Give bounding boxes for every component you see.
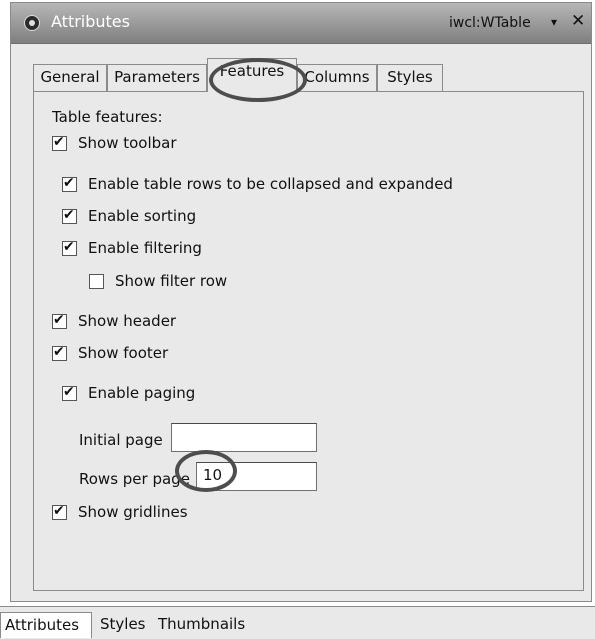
show-gridlines-label: Show gridlines [78,503,188,521]
show-gridlines-checkbox[interactable] [52,503,67,520]
tab-general[interactable]: General [33,64,107,91]
collapse-expand-label: Enable table rows to be collapsed and ex… [88,175,453,193]
bottom-view-tabs: Attributes Styles Thumbnails [0,606,595,639]
enable-sorting-label: Enable sorting [88,207,197,225]
tab-styles[interactable]: Styles [377,64,443,91]
show-toolbar-checkbox[interactable] [52,134,67,151]
show-footer-label: Show footer [78,344,169,362]
attributes-view-icon [24,15,40,31]
rows-per-page-field[interactable]: 10 [196,462,317,491]
bottom-tab-styles[interactable]: Styles [96,612,150,638]
show-header-label: Show header [78,312,177,330]
enable-paging-checkbox[interactable] [62,384,77,401]
tab-parameters[interactable]: Parameters [107,64,207,91]
close-icon[interactable]: ✕ [571,11,585,31]
bottom-tab-thumbnails[interactable]: Thumbnails [154,612,248,638]
tab-columns[interactable]: Columns [297,64,377,91]
show-header-checkbox[interactable] [52,312,67,329]
enable-paging-label: Enable paging [88,384,196,402]
bottom-tab-attributes[interactable]: Attributes [0,612,92,638]
window-title: Attributes [51,12,130,31]
attributes-window: Attributes iwcl:WTable ▾ ✕ General Param… [10,2,592,602]
enable-filtering-checkbox[interactable] [62,239,77,256]
show-filter-row-checkbox[interactable] [89,274,104,289]
enable-sorting-checkbox[interactable] [62,207,77,224]
view-menu-icon[interactable]: ▾ [551,15,557,29]
rows-per-page-label: Rows per page [79,470,190,488]
enable-filtering-label: Enable filtering [88,239,202,257]
show-toolbar-label: Show toolbar [78,134,177,152]
collapse-expand-checkbox[interactable] [62,175,77,192]
initial-page-field[interactable] [171,423,317,452]
section-title: Table features: [52,108,163,126]
show-footer-checkbox[interactable] [52,344,67,361]
initial-page-label: Initial page [79,431,163,449]
title-bar: Attributes iwcl:WTable ▾ ✕ [11,3,591,44]
features-panel: Table features: Show toolbar Enable tabl… [33,91,584,591]
selected-component-label: iwcl:WTable [449,15,531,31]
show-filter-row-label: Show filter row [115,272,228,290]
tab-features[interactable]: Features [207,58,297,92]
